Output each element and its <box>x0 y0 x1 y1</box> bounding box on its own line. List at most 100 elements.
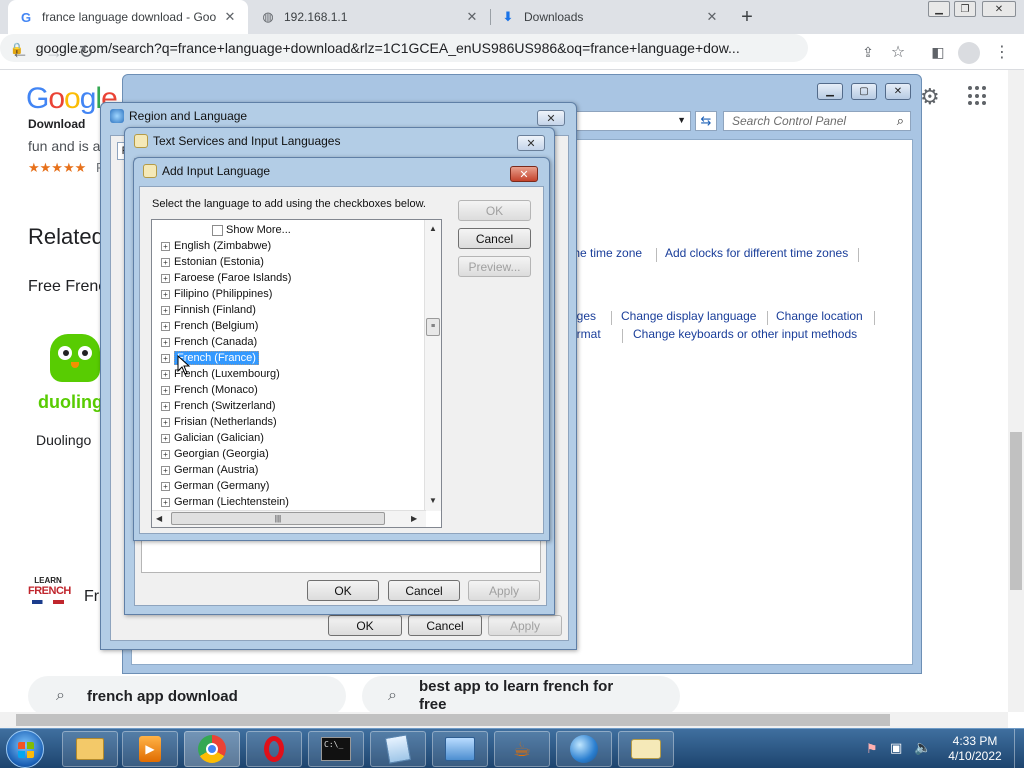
expand-icon[interactable]: + <box>161 433 170 443</box>
tab-google-search[interactable]: G france language download - Goo ✕ <box>8 0 248 34</box>
language-item[interactable]: + German (Austria) <box>152 462 258 478</box>
show-more-item[interactable]: Show More... <box>212 222 291 238</box>
volume-icon[interactable]: 🔈 <box>914 739 931 756</box>
region-language-taskbar-button[interactable] <box>556 731 612 767</box>
expand-icon[interactable]: + <box>161 353 170 363</box>
language-item[interactable]: + German (Germany) <box>152 478 269 494</box>
profile-avatar[interactable] <box>958 42 980 64</box>
link-time-zone[interactable]: the time zone <box>570 246 642 260</box>
language-item[interactable]: + French (Canada) <box>152 334 257 350</box>
google-apps-icon[interactable] <box>968 86 988 106</box>
expand-icon[interactable]: + <box>161 289 170 299</box>
restore-icon[interactable]: ❐ <box>954 1 976 17</box>
cancel-button[interactable]: Cancel <box>388 580 460 601</box>
scroll-left-icon[interactable]: ◀ <box>156 514 162 523</box>
language-item[interactable]: + Galician (Galician) <box>152 430 264 446</box>
language-item[interactable]: + French (Belgium) <box>152 318 258 334</box>
tree-horizontal-scrollbar[interactable]: ◀ ||| ▶ <box>152 510 426 527</box>
expand-icon[interactable]: + <box>161 337 170 347</box>
ok-button[interactable]: OK <box>307 580 379 601</box>
share-icon[interactable]: ⇪ <box>856 40 880 64</box>
expand-icon[interactable]: + <box>161 449 170 459</box>
related-search-chip[interactable]: ⌕ french app download <box>28 676 346 716</box>
chrome-taskbar-button[interactable] <box>184 731 240 767</box>
chrome-menu-icon[interactable]: ⋮ <box>990 40 1014 64</box>
close-tab-icon[interactable]: ✕ <box>222 9 238 25</box>
expand-icon[interactable]: + <box>161 481 170 491</box>
language-item[interactable]: + German (Liechtenstein) <box>152 494 289 510</box>
scroll-thumb[interactable]: ||| <box>171 512 385 525</box>
expand-icon[interactable]: + <box>161 465 170 475</box>
link-change-display-language[interactable]: Change display language <box>621 309 756 323</box>
settings-gear-icon[interactable]: ⚙ <box>920 84 940 110</box>
language-item[interactable]: + Frisian (Netherlands) <box>152 414 277 430</box>
language-item[interactable]: + Georgian (Georgia) <box>152 446 269 462</box>
expand-icon[interactable]: + <box>161 241 170 251</box>
scroll-thumb[interactable] <box>16 714 890 726</box>
opera-taskbar-button[interactable] <box>246 731 302 767</box>
minimize-icon[interactable]: ▁ <box>817 83 843 100</box>
language-item[interactable]: + Finnish (Finland) <box>152 302 256 318</box>
expand-icon[interactable]: + <box>161 401 170 411</box>
refresh-icon[interactable]: ⇆ <box>695 111 717 131</box>
app-name[interactable]: Duolingo <box>36 432 91 448</box>
chevron-down-icon[interactable]: ▼ <box>677 115 686 125</box>
expand-icon[interactable]: + <box>161 385 170 395</box>
language-tree[interactable]: Show More... + English (Zimbabwe) + Estoni… <box>151 219 442 528</box>
language-item[interactable]: + English (Zimbabwe) <box>152 238 271 254</box>
preview-button[interactable]: Preview... <box>458 256 531 277</box>
language-item-selected[interactable]: + French (France) <box>152 350 259 366</box>
scroll-right-icon[interactable]: ▶ <box>411 514 417 523</box>
address-bar[interactable]: 🔒 google.com/search?q=france+language+do… <box>0 34 808 62</box>
language-item[interactable]: + French (Monaco) <box>152 382 258 398</box>
forward-arrow-icon[interactable]: → <box>42 40 66 64</box>
new-tab-button[interactable]: + <box>736 6 758 28</box>
system-clock[interactable]: 4:33 PM 4/10/2022 <box>940 734 1010 764</box>
close-icon[interactable]: ✕ <box>885 83 911 100</box>
command-prompt-taskbar-button[interactable]: C:\_ <box>308 731 364 767</box>
media-player-taskbar-button[interactable]: ▶ <box>122 731 178 767</box>
java-taskbar-button[interactable]: ☕ <box>494 731 550 767</box>
vertical-scrollbar[interactable] <box>1008 70 1024 712</box>
text-services-taskbar-button[interactable] <box>618 731 674 767</box>
show-desktop-button[interactable] <box>1014 729 1024 768</box>
language-item[interactable]: + Filipino (Philippines) <box>152 286 272 302</box>
show-more-checkbox[interactable] <box>212 224 223 236</box>
ok-button[interactable]: OK <box>458 200 531 221</box>
scroll-down-icon[interactable]: ▼ <box>429 496 437 505</box>
expand-icon[interactable]: + <box>161 497 170 507</box>
link-change-location[interactable]: Change location <box>776 309 863 323</box>
close-window-icon[interactable]: ✕ <box>982 1 1016 17</box>
back-arrow-icon[interactable]: ← <box>8 40 32 64</box>
bookmark-star-icon[interactable]: ☆ <box>886 40 910 64</box>
breadcrumb-bar[interactable]: ▼ <box>573 111 691 131</box>
scroll-up-icon[interactable]: ▲ <box>429 224 437 233</box>
close-tab-icon[interactable]: ✕ <box>704 9 720 25</box>
side-panel-icon[interactable]: ◧ <box>926 40 950 64</box>
maximize-icon[interactable]: ▢ <box>851 83 877 100</box>
close-icon[interactable]: ✕ <box>517 135 545 151</box>
horizontal-scrollbar[interactable] <box>0 712 1008 728</box>
tab-downloads[interactable]: ⬇ Downloads ✕ <box>490 0 730 34</box>
search-control-panel-input[interactable]: Search Control Panel ⌕ <box>723 111 911 131</box>
app-title[interactable]: Fr <box>84 588 99 606</box>
notepad-taskbar-button[interactable] <box>370 731 426 767</box>
cancel-button[interactable]: Cancel <box>408 615 482 636</box>
expand-icon[interactable]: + <box>161 257 170 267</box>
scroll-thumb[interactable]: ≡ <box>426 318 440 336</box>
ok-button[interactable]: OK <box>328 615 402 636</box>
tree-vertical-scrollbar[interactable]: ▲ ≡ ▼ <box>424 220 441 511</box>
expand-icon[interactable]: + <box>161 321 170 331</box>
network-icon[interactable]: ▣ <box>890 740 902 756</box>
close-tab-icon[interactable]: ✕ <box>464 9 480 25</box>
minimize-icon[interactable]: ▁ <box>928 1 950 17</box>
close-icon[interactable]: ✕ <box>537 110 565 126</box>
expand-icon[interactable]: + <box>161 417 170 427</box>
related-search-chip[interactable]: ⌕ best app to learn french for free <box>362 676 680 716</box>
expand-icon[interactable]: + <box>161 305 170 315</box>
language-item[interactable]: + French (Luxembourg) <box>152 366 280 382</box>
language-item[interactable]: + Estonian (Estonia) <box>152 254 264 270</box>
close-icon[interactable]: ✕ <box>510 166 538 182</box>
scroll-thumb[interactable] <box>1010 432 1022 590</box>
apply-button[interactable]: Apply <box>488 615 562 636</box>
